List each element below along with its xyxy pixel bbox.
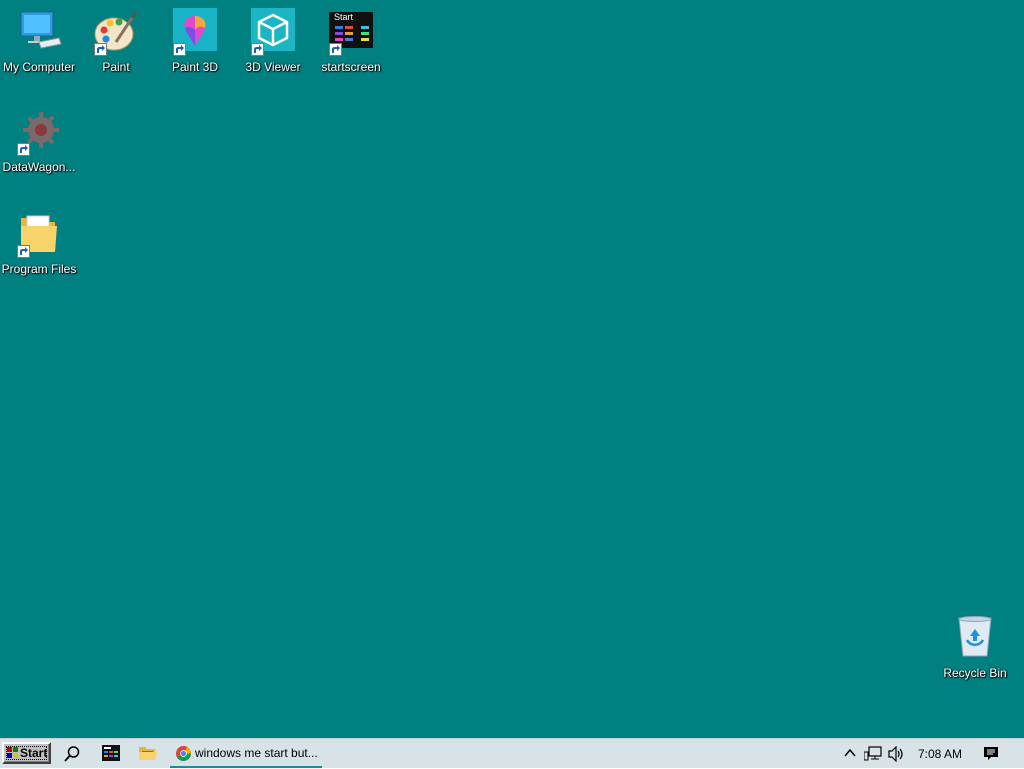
desktop-icon-label: DataWagon...	[2, 160, 76, 174]
startscreen-thumb-text: Start	[334, 12, 354, 22]
start-button[interactable]: Start	[2, 742, 51, 764]
desktop-icon-startscreen[interactable]: Start startscreen	[312, 8, 390, 74]
3d-viewer-icon	[249, 7, 297, 56]
desktop-icon-label: My Computer	[2, 60, 76, 74]
desktop-icon-label: 3D Viewer	[245, 60, 301, 74]
shortcut-arrow-icon	[17, 245, 30, 258]
shortcut-arrow-icon	[329, 43, 342, 56]
chrome-task-label: windows me start but...	[195, 746, 318, 760]
desktop-icon-label: Paint 3D	[171, 60, 219, 74]
paint3d-icon	[171, 7, 219, 56]
desktop-icon-recycle-bin[interactable]: Recycle Bin	[936, 614, 1014, 680]
desktop-icon-my-computer[interactable]: My Computer	[0, 8, 78, 74]
taskbar-chrome-window[interactable]: windows me start but...	[170, 739, 322, 768]
desktop-icon-label: startscreen	[321, 60, 381, 74]
taskbar: Start windows me start but... 7:08 AM	[0, 738, 1024, 768]
chevron-up-icon	[844, 748, 856, 757]
network-icon	[864, 746, 882, 761]
shortcut-arrow-icon	[17, 143, 30, 156]
windows-flag-icon	[7, 747, 18, 758]
startscreen-icon	[102, 745, 120, 761]
search-button[interactable]	[54, 739, 90, 769]
recycle-bin-icon	[951, 614, 999, 662]
desktop-icon-paint-3d[interactable]: Paint 3D	[156, 7, 234, 74]
desktop-icon-datawagon[interactable]: DataWagon...	[0, 108, 78, 174]
taskbar-startscreen-button[interactable]	[93, 739, 129, 769]
chrome-icon	[176, 746, 191, 761]
startscreen-icon: Start	[327, 8, 375, 56]
shortcut-arrow-icon	[251, 43, 264, 56]
desktop-icon-paint[interactable]: Paint	[77, 8, 155, 74]
network-button[interactable]	[862, 739, 884, 769]
shortcut-arrow-icon	[173, 43, 186, 56]
desktop-icon-label: Recycle Bin	[943, 666, 1007, 680]
computer-icon	[15, 8, 63, 56]
taskbar-clock[interactable]: 7:08 AM	[918, 747, 962, 761]
show-hidden-icons-button[interactable]	[840, 739, 860, 769]
shortcut-arrow-icon	[94, 43, 107, 56]
speaker-icon	[888, 746, 903, 762]
folder-icon	[139, 747, 157, 760]
datawagon-gear-icon	[15, 108, 63, 156]
action-center-button[interactable]	[980, 739, 1002, 769]
desktop[interactable]: My Computer Paint Paint 3D 3D Viewer Sta…	[0, 0, 1024, 738]
notification-icon	[984, 747, 998, 760]
search-icon	[64, 746, 80, 762]
folder-icon	[15, 210, 63, 258]
desktop-icon-label: Program Files	[1, 262, 77, 276]
desktop-icon-3d-viewer[interactable]: 3D Viewer	[234, 7, 312, 74]
volume-button[interactable]	[886, 739, 908, 769]
start-label: Start	[20, 746, 48, 760]
taskbar-file-explorer-button[interactable]	[130, 739, 166, 769]
paint-palette-icon	[92, 8, 140, 56]
desktop-icon-program-files[interactable]: Program Files	[0, 210, 78, 276]
desktop-icon-label: Paint	[102, 60, 130, 74]
